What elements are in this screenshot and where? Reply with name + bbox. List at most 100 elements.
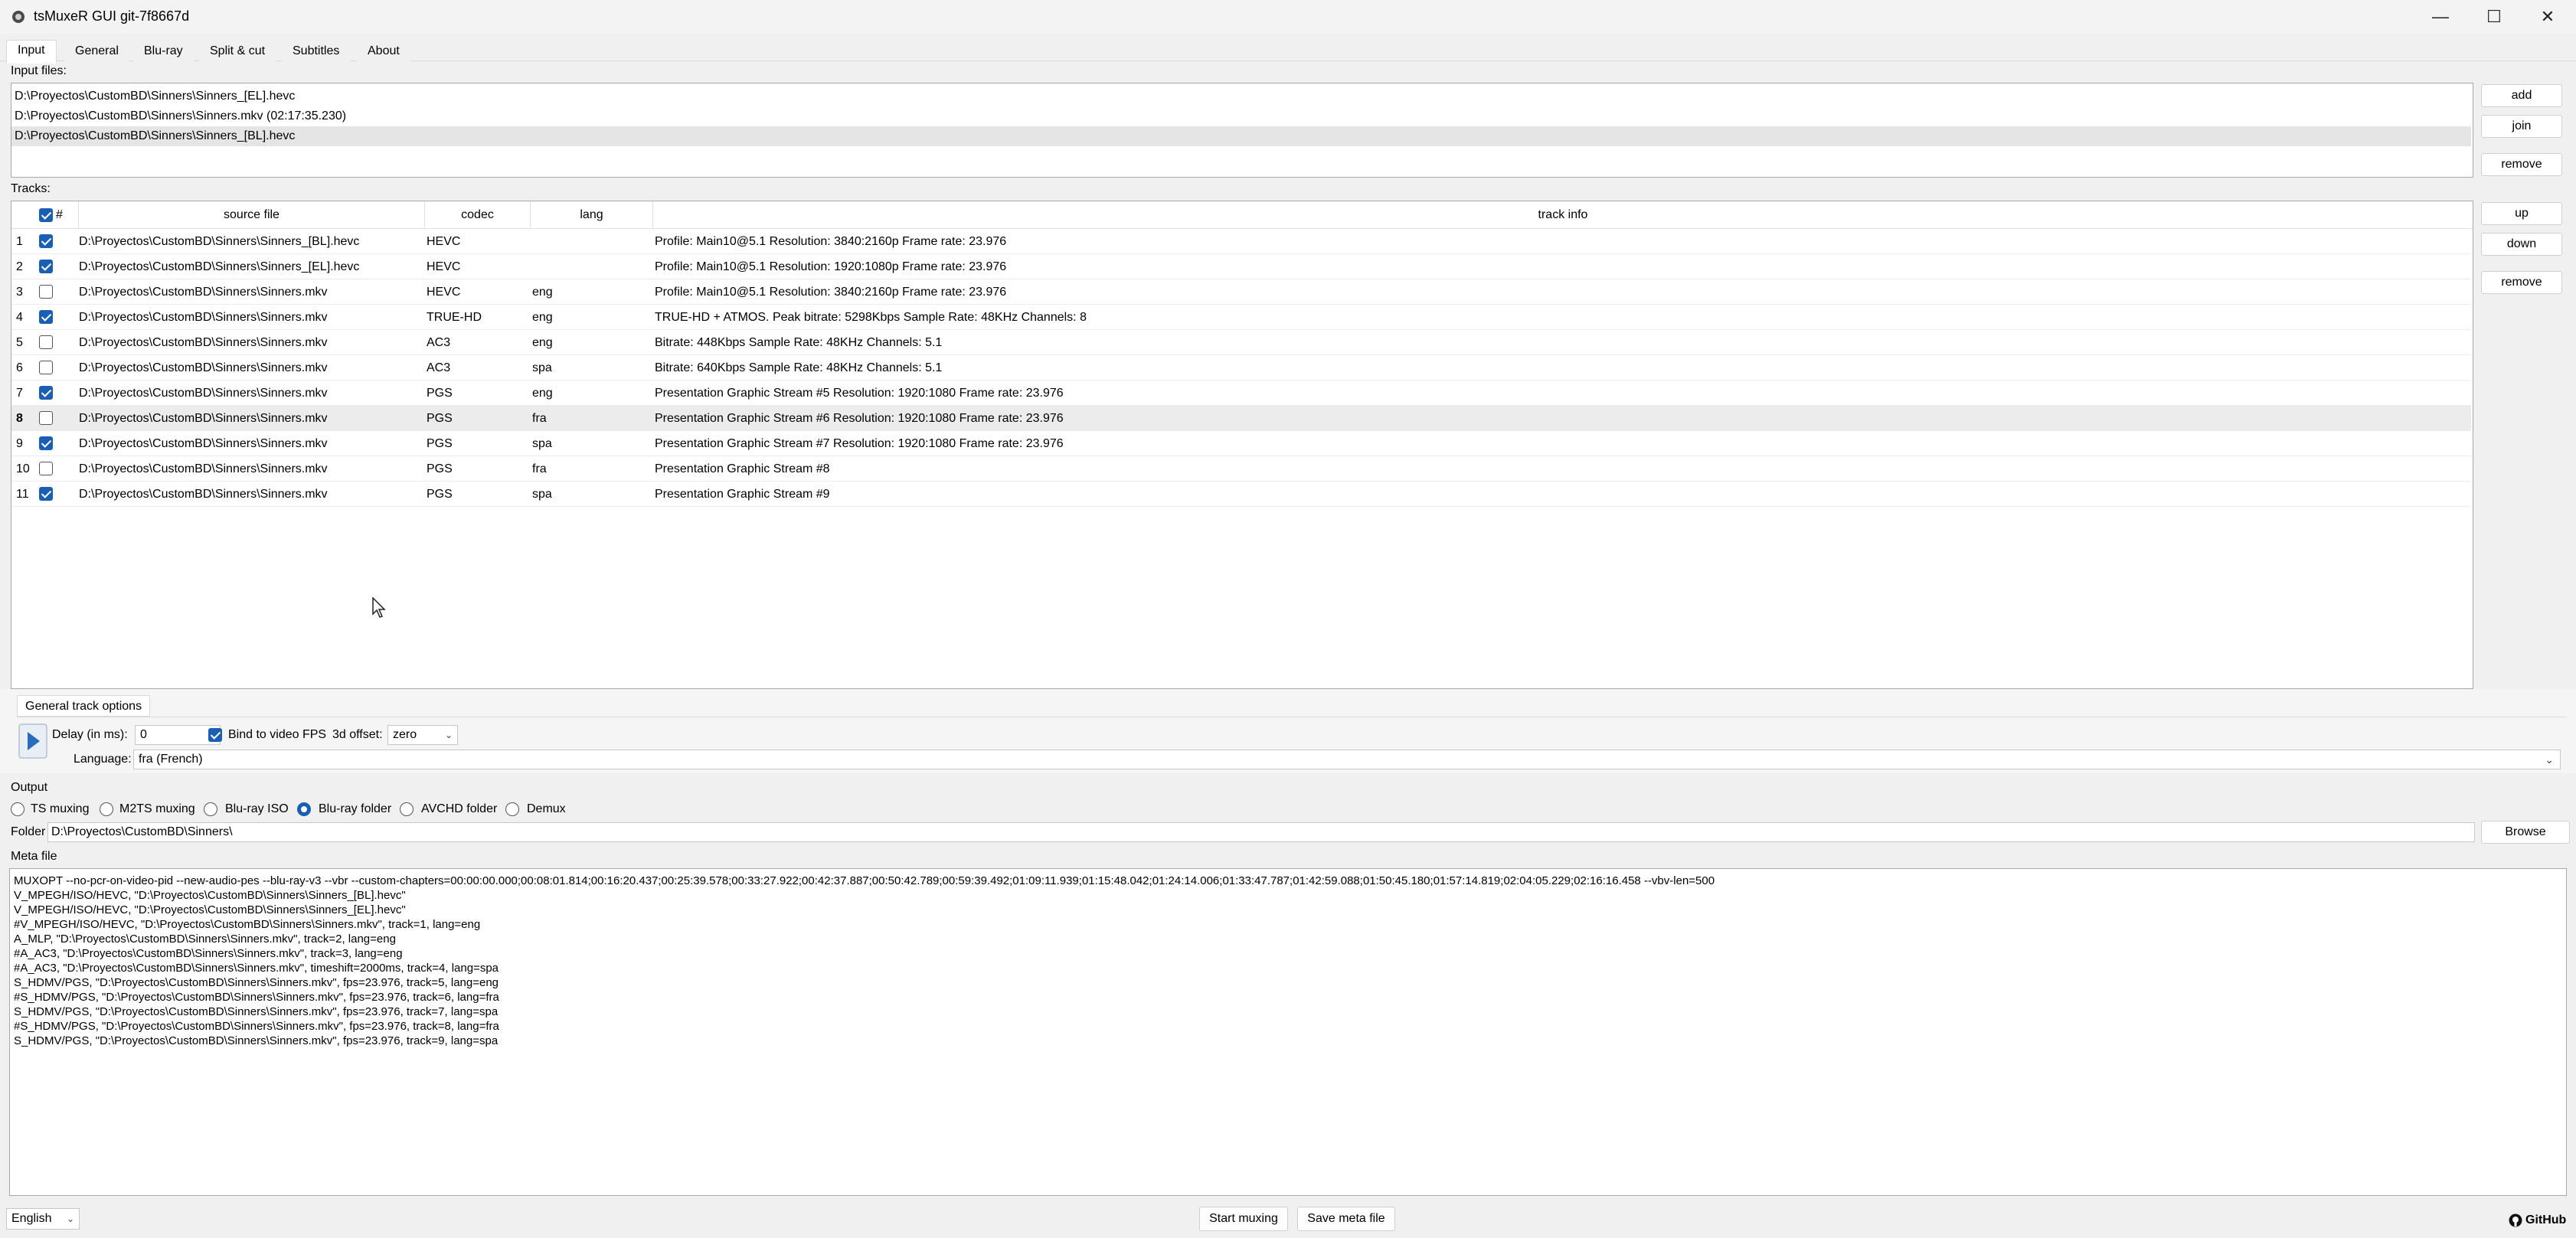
remove-track-button[interactable]: remove — [2481, 271, 2562, 294]
track-info: Presentation Graphic Stream #8 — [655, 462, 830, 475]
tab-input[interactable]: Input — [6, 40, 57, 64]
tab-general[interactable]: General — [64, 41, 129, 63]
meta-line: #V_MPEGH/ISO/HEVC, "D:\Proyectos\CustomB… — [14, 918, 481, 931]
input-file-item[interactable]: D:\Proyectos\CustomBD\Sinners\Sinners.mk… — [11, 106, 2471, 126]
table-row[interactable]: 7 D:\Proyectos\CustomBD\Sinners\Sinners.m… — [11, 381, 2471, 406]
start-muxing-button[interactable]: Start muxing — [1199, 1207, 1288, 1231]
track-lang — [532, 229, 652, 254]
option-blu-ray-iso: Blu-ray ISO — [225, 802, 289, 815]
track-checkbox[interactable] — [39, 436, 53, 450]
radio-demux[interactable] — [505, 802, 519, 816]
option-avchd-folder: AVCHD folder — [421, 802, 498, 815]
app-icon — [12, 11, 25, 23]
col-source-file[interactable]: source file — [79, 201, 425, 229]
table-row[interactable]: 5 D:\Proyectos\CustomBD\Sinners\Sinners.m… — [11, 330, 2471, 355]
table-row[interactable]: 2 D:\Proyectos\CustomBD\Sinners\Sinners_[… — [11, 254, 2471, 279]
offset-select[interactable]: zero ⌄ — [387, 725, 458, 745]
tab-split-cut[interactable]: Split & cut — [199, 41, 276, 63]
select-all-checkbox[interactable] — [39, 208, 53, 222]
folder-input[interactable]: D:\Proyectos\CustomBD\Sinners\ — [47, 822, 2475, 842]
col-codec[interactable]: codec — [425, 201, 531, 229]
track-options-body: Delay (in ms): 0 ▲▼ Bind to video FPS 3d… — [17, 717, 2567, 772]
track-number: 2 — [16, 260, 23, 273]
table-row[interactable]: 9 D:\Proyectos\CustomBD\Sinners\Sinners.m… — [11, 431, 2471, 456]
window-title: tsMuxeR GUI git-7f8667d — [34, 8, 190, 24]
radio-blu-ray-iso[interactable] — [204, 802, 217, 816]
track-checkbox[interactable] — [39, 285, 53, 299]
track-info: Profile: Main10@5.1 Resolution: 3840:216… — [655, 286, 1007, 299]
input-file-item[interactable]: D:\Proyectos\CustomBD\Sinners\Sinners_[E… — [11, 87, 2471, 106]
join-button[interactable]: join — [2481, 115, 2562, 138]
general-track-options-panel: General track options Delay (in ms): 0 ▲… — [0, 689, 2576, 773]
track-checkbox[interactable] — [39, 310, 53, 324]
col-select[interactable]: # — [11, 201, 79, 229]
meta-line: V_MPEGH/ISO/HEVC, "D:\Proyectos\CustomBD… — [14, 889, 406, 902]
track-lang: eng — [532, 387, 553, 400]
track-codec: AC3 — [427, 336, 451, 349]
offset-label: 3d offset: — [332, 728, 383, 741]
track-checkbox[interactable] — [39, 234, 53, 248]
track-number: 1 — [16, 235, 23, 248]
folder-label: Folder — [11, 825, 46, 838]
table-row[interactable]: 10 D:\Proyectos\CustomBD\Sinners\Sinners.… — [11, 456, 2471, 482]
browse-button[interactable]: Browse — [2481, 821, 2570, 844]
github-link[interactable]: GitHub — [2509, 1211, 2566, 1230]
track-info: Bitrate: 640Kbps Sample Rate: 48KHz Chan… — [655, 361, 943, 374]
tab-bar: Input General Blu-ray Split & cut Subtit… — [0, 38, 2576, 64]
add-button[interactable]: add — [2481, 84, 2562, 107]
up-button[interactable]: up — [2481, 202, 2562, 225]
col-lang[interactable]: lang — [531, 201, 653, 229]
down-button[interactable]: down — [2481, 233, 2562, 256]
radio-ts-muxing[interactable] — [11, 802, 25, 816]
tab-subtitles[interactable]: Subtitles — [282, 41, 351, 63]
track-info: Presentation Graphic Stream #5 Resolutio… — [655, 387, 1064, 400]
input-files-label: Input files: — [11, 64, 67, 77]
table-row[interactable]: 11 D:\Proyectos\CustomBD\Sinners\Sinners.… — [11, 482, 2471, 507]
track-checkbox[interactable] — [39, 260, 53, 273]
radio-avchd-folder[interactable] — [400, 802, 414, 816]
input-files-list[interactable]: D:\Proyectos\CustomBD\Sinners\Sinners_[E… — [11, 83, 2473, 178]
ui-language-select[interactable]: English ⌄ — [6, 1208, 80, 1230]
table-row[interactable]: 3 D:\Proyectos\CustomBD\Sinners\Sinners.m… — [11, 279, 2471, 305]
table-row[interactable]: 1 D:\Proyectos\CustomBD\Sinners\Sinners_[… — [11, 229, 2471, 254]
tab-about[interactable]: About — [357, 41, 410, 63]
track-checkbox[interactable] — [39, 335, 53, 349]
track-codec: PGS — [427, 387, 453, 400]
remove-file-button[interactable]: remove — [2481, 153, 2562, 176]
minimize-icon[interactable]: — — [2414, 0, 2467, 34]
track-info: Presentation Graphic Stream #7 Resolutio… — [655, 437, 1064, 450]
close-icon[interactable]: ✕ — [2521, 0, 2574, 34]
bind-fps-label: Bind to video FPS — [228, 728, 327, 741]
maximize-icon[interactable]: ☐ — [2467, 0, 2521, 34]
track-rows: 1 D:\Proyectos\CustomBD\Sinners\Sinners_[… — [11, 229, 2473, 688]
general-track-options-tab[interactable]: General track options — [17, 695, 151, 717]
track-checkbox[interactable] — [39, 361, 53, 374]
track-codec: PGS — [427, 437, 453, 450]
tab-blu-ray[interactable]: Blu-ray — [133, 41, 194, 63]
table-row[interactable]: 4 D:\Proyectos\CustomBD\Sinners\Sinners.m… — [11, 305, 2471, 330]
chevron-down-icon: ⌄ — [66, 1214, 74, 1224]
track-codec: PGS — [427, 412, 453, 425]
col-track-info[interactable]: track info — [653, 201, 2473, 229]
radio-blu-ray-folder[interactable] — [297, 802, 311, 816]
table-row[interactable]: 6 D:\Proyectos\CustomBD\Sinners\Sinners.m… — [11, 355, 2471, 381]
track-checkbox[interactable] — [39, 386, 53, 400]
track-number: 4 — [16, 311, 23, 324]
bind-fps-checkbox[interactable] — [208, 728, 222, 742]
radio-m2ts-muxing[interactable] — [100, 802, 113, 816]
track-checkbox[interactable] — [39, 462, 53, 475]
meta-line: #S_HDMV/PGS, "D:\Proyectos\CustomBD\Sinn… — [14, 1020, 499, 1033]
language-select[interactable]: fra (French) ⌄ — [133, 750, 2561, 769]
track-checkbox[interactable] — [39, 487, 53, 501]
track-codec: HEVC — [427, 286, 461, 299]
save-meta-file-button[interactable]: Save meta file — [1297, 1207, 1395, 1231]
track-source: D:\Proyectos\CustomBD\Sinners\Sinners.mk… — [79, 361, 328, 374]
play-icon[interactable] — [18, 724, 47, 759]
track-lang: spa — [532, 488, 552, 501]
meta-line: V_MPEGH/ISO/HEVC, "D:\Proyectos\CustomBD… — [14, 903, 406, 916]
table-row[interactable]: 8 D:\Proyectos\CustomBD\Sinners\Sinners.m… — [11, 406, 2471, 431]
track-checkbox[interactable] — [39, 411, 53, 425]
input-file-item[interactable]: D:\Proyectos\CustomBD\Sinners\Sinners_[B… — [11, 126, 2471, 146]
meta-line: #A_AC3, "D:\Proyectos\CustomBD\Sinners\S… — [14, 962, 499, 975]
track-number: 11 — [16, 488, 29, 501]
